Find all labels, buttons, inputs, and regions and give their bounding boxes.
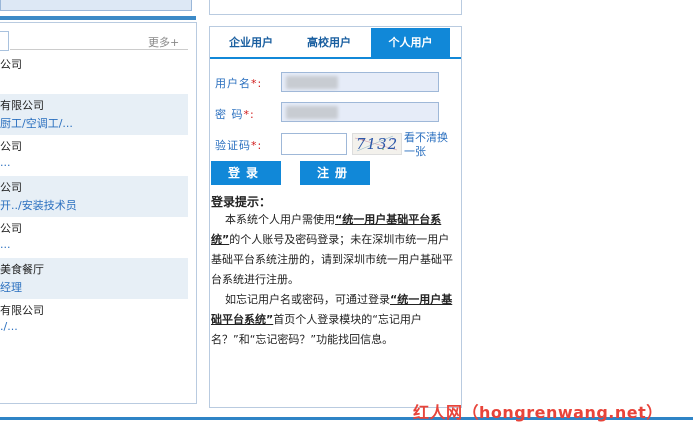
username-input[interactable] xyxy=(281,72,439,92)
company-name[interactable]: 美食餐厅 xyxy=(0,261,44,277)
list-item[interactable]: 公司 ... xyxy=(0,217,188,258)
job-titles[interactable]: 开../安装技术员 xyxy=(0,197,77,213)
user-type-tabs: 企业用户 高校用户 个人用户 xyxy=(210,28,461,58)
company-name[interactable]: 公司 xyxy=(0,56,22,72)
list-tab-fragment[interactable] xyxy=(0,31,9,51)
list-item[interactable]: 公司 开../安装技术员 xyxy=(0,176,188,217)
job-titles[interactable]: ./... xyxy=(0,320,18,333)
blurred-password xyxy=(286,106,338,119)
register-button[interactable]: 注册 xyxy=(300,161,370,185)
job-titles[interactable]: 经理 xyxy=(0,279,22,295)
hint-paragraph: 本系统个人用户需使用“统一用户基础平台系统”的个人账号及密码登录；未在深圳市统一… xyxy=(211,210,459,290)
list-item[interactable]: 公司 ... xyxy=(0,135,188,176)
tab-university-user[interactable]: 高校用户 xyxy=(292,28,366,58)
login-hint-title: 登录提示： xyxy=(211,195,272,209)
list-header: 更多+ xyxy=(0,31,192,51)
hint-text: 如忘记用户名或密码，可通过登录 xyxy=(225,293,390,306)
login-hint-body: 本系统个人用户需使用“统一用户基础平台系统”的个人账号及密码登录；未在深圳市统一… xyxy=(211,210,459,350)
tab-personal-user[interactable]: 个人用户 xyxy=(371,28,450,58)
company-name[interactable]: 有限公司 xyxy=(0,302,44,318)
captcha-label: 验证码*: xyxy=(215,139,263,152)
hint-text: 的个人账号及密码登录；未在深圳市统一用户基础平台系统注册的，请到深圳市统一用户基… xyxy=(211,233,453,286)
password-label: 密 码*: xyxy=(215,108,255,121)
site-watermark: 红人网（hongrenwang.net） xyxy=(413,403,663,422)
tab-underline xyxy=(210,57,461,59)
tab-enterprise-user[interactable]: 企业用户 xyxy=(214,28,288,58)
company-name[interactable]: 公司 xyxy=(0,138,22,154)
list-item[interactable]: 公司 xyxy=(0,53,188,94)
blurred-username xyxy=(286,76,338,89)
login-button[interactable]: 登录 xyxy=(211,161,281,185)
company-name[interactable]: 公司 xyxy=(0,179,22,195)
job-titles[interactable]: ... xyxy=(0,238,11,251)
right-top-box xyxy=(209,0,462,15)
list-item[interactable]: 有限公司 厨工/空调工/... xyxy=(0,94,188,135)
left-panel-top-border xyxy=(0,16,196,20)
captcha-code: 7132 xyxy=(356,135,399,153)
list-item[interactable]: 有限公司 ./... xyxy=(0,299,188,340)
login-panel: 企业用户 高校用户 个人用户 用户名*: 密 码*: 验证码*: 7132 看不… xyxy=(209,26,462,408)
job-titles[interactable]: 厨工/空调工/... xyxy=(0,115,73,131)
password-input[interactable] xyxy=(281,102,439,122)
company-name[interactable]: 公司 xyxy=(0,220,22,236)
recruitment-list-panel: 更多+ 公司 有限公司 厨工/空调工/... 公司 ... 公司 开../安装技… xyxy=(0,22,197,404)
hint-text: 本系统个人用户需使用 xyxy=(225,213,335,226)
captcha-image[interactable]: 7132 xyxy=(352,133,402,155)
captcha-input[interactable] xyxy=(281,133,347,155)
list-item[interactable]: 美食餐厅 经理 xyxy=(0,258,188,299)
job-titles[interactable]: ... xyxy=(0,156,11,169)
hint-paragraph: 如忘记用户名或密码，可通过登录“统一用户基础平台系统”首页个人登录模块的“忘记用… xyxy=(211,290,459,350)
username-label: 用户名*: xyxy=(215,77,263,90)
more-link[interactable]: 更多+ xyxy=(148,34,179,50)
left-top-box xyxy=(0,0,192,11)
refresh-captcha-link[interactable]: 看不清换一张 xyxy=(404,131,452,159)
company-list: 公司 有限公司 厨工/空调工/... 公司 ... 公司 开../安装技术员 公… xyxy=(0,53,188,340)
company-name[interactable]: 有限公司 xyxy=(0,97,44,113)
